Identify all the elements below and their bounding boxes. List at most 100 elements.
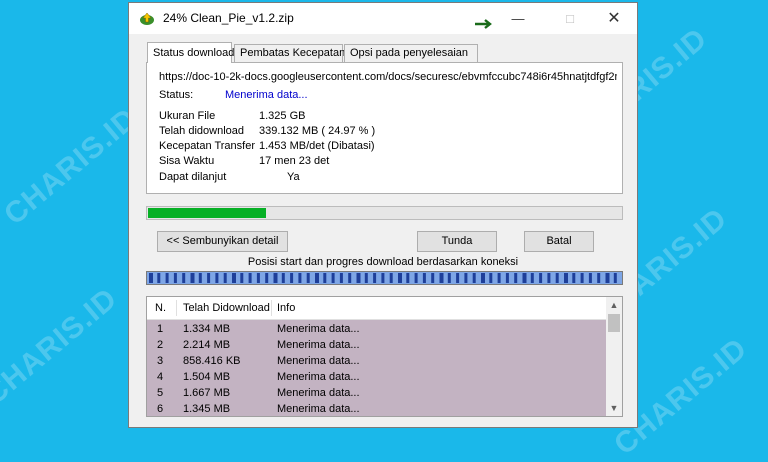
cancel-button[interactable]: Batal: [524, 231, 594, 252]
list-scrollbar[interactable]: ▲ ▼: [606, 297, 622, 416]
connections-segments: [147, 272, 622, 284]
connection-segment: [306, 273, 310, 283]
connection-segment: [173, 273, 177, 283]
download-url: https://doc-10-2k-docs.googleusercontent…: [159, 71, 617, 83]
file-size-label: Ukuran File: [159, 110, 216, 122]
connection-segment: [613, 273, 617, 283]
tab-status-download[interactable]: Status download: [147, 42, 234, 63]
minimize-icon: —: [511, 11, 525, 26]
file-size-value: 1.325 GB: [259, 110, 306, 122]
connection-segment: [564, 273, 568, 283]
tab-completion-options[interactable]: Opsi pada penyelesaian: [344, 44, 478, 62]
connection-segment: [481, 273, 485, 283]
connection-segment: [331, 273, 335, 283]
close-button[interactable]: ✕: [591, 3, 637, 34]
connection-segment: [256, 273, 260, 283]
row-number: 1: [157, 323, 164, 335]
connection-segment: [190, 273, 195, 283]
connection-segment: [530, 273, 534, 283]
row-downloaded: 1.504 MB: [183, 371, 231, 383]
row-info: Menerima data...: [277, 355, 360, 367]
status-value: Menerima data...: [225, 89, 308, 101]
row-number: 4: [157, 371, 164, 383]
connection-segment: [207, 273, 211, 283]
connection-segment: [439, 273, 444, 283]
connection-segment: [198, 273, 202, 283]
connection-segment: [447, 273, 451, 283]
row-number: 2: [157, 339, 164, 351]
connection-segment: [232, 273, 236, 283]
column-separator[interactable]: [271, 300, 272, 316]
connection-segment: [489, 273, 493, 283]
connection-segment: [273, 273, 278, 283]
connection-segment: [597, 273, 601, 283]
scroll-thumb[interactable]: [608, 314, 620, 332]
connection-segment: [339, 273, 343, 283]
connections-caption: Posisi start dan progres download berdas…: [247, 256, 519, 268]
connection-segment: [406, 273, 410, 283]
arrow-cursor-icon: [475, 19, 492, 29]
column-header-downloaded[interactable]: Telah Didownload: [183, 297, 270, 319]
connection-segment: [422, 273, 426, 283]
connection-segment: [373, 273, 377, 283]
status-label: Status:: [159, 89, 194, 101]
download-window: 24% Clean_Pie_v1.2.zip — □ ✕ Status down…: [128, 2, 638, 428]
connection-segment: [248, 273, 252, 283]
connection-segment: [456, 273, 460, 283]
download-progress-bar: [146, 206, 623, 220]
connection-segment: [157, 273, 161, 283]
watermark: CHARIS.ID: [0, 281, 124, 412]
column-separator[interactable]: [176, 300, 177, 316]
connection-segment: [298, 273, 302, 283]
row-downloaded: 858.416 KB: [183, 355, 241, 367]
connection-segment: [605, 273, 610, 283]
row-downloaded: 1.345 MB: [183, 403, 231, 415]
connection-segment: [464, 273, 468, 283]
scroll-down-arrow-icon[interactable]: ▼: [606, 400, 622, 416]
connection-segment: [580, 273, 584, 283]
connection-segment: [514, 273, 518, 283]
time-left-label: Sisa Waktu: [159, 155, 215, 167]
list-item[interactable]: 5 1.667 MB Menerima data...: [147, 385, 607, 401]
connection-segment: [381, 273, 385, 283]
transfer-rate-value: 1.453 MB/det (Dibatasi): [259, 140, 375, 152]
tab-speed-limiter[interactable]: Pembatas Kecepatan: [234, 44, 345, 62]
connection-segment: [497, 273, 501, 283]
connection-segment: [356, 273, 361, 283]
column-header-info[interactable]: Info: [277, 297, 295, 319]
pause-button[interactable]: Tunda: [417, 231, 497, 252]
list-item[interactable]: 1 1.334 MB Menerima data...: [147, 321, 607, 337]
list-item[interactable]: 6 1.345 MB Menerima data...: [147, 401, 607, 416]
resume-capability-value: Ya: [287, 171, 300, 183]
list-item[interactable]: 3 858.416 KB Menerima data...: [147, 353, 607, 369]
maximize-button[interactable]: □: [547, 3, 593, 34]
connection-segment: [215, 273, 219, 283]
connection-segment: [315, 273, 319, 283]
connection-segment: [290, 273, 294, 283]
row-info: Menerima data...: [277, 387, 360, 399]
column-header-number[interactable]: N.: [155, 297, 166, 319]
connection-segment: [223, 273, 227, 283]
watermark: CHARIS.ID: [0, 101, 144, 232]
row-number: 5: [157, 387, 164, 399]
downloaded-label: Telah didownload: [159, 125, 245, 137]
list-item[interactable]: 4 1.504 MB Menerima data...: [147, 369, 607, 385]
list-item[interactable]: 2 2.214 MB Menerima data...: [147, 337, 607, 353]
download-progress-fill: [148, 208, 266, 218]
scroll-up-arrow-icon[interactable]: ▲: [606, 297, 622, 313]
connection-segment: [588, 273, 592, 283]
connection-segment: [389, 273, 393, 283]
connection-segment: [182, 273, 186, 283]
hide-details-button[interactable]: << Sembunyikan detail: [157, 231, 288, 252]
connection-segment: [348, 273, 352, 283]
title-bar[interactable]: 24% Clean_Pie_v1.2.zip — □ ✕: [129, 3, 637, 34]
list-body: 1 1.334 MB Menerima data... 2 2.214 MB M…: [147, 320, 607, 416]
connection-segment: [505, 273, 509, 283]
connection-segment: [555, 273, 559, 283]
connection-segment: [265, 273, 269, 283]
connection-segment: [431, 273, 435, 283]
minimize-button[interactable]: —: [495, 3, 541, 34]
status-panel: https://doc-10-2k-docs.googleusercontent…: [146, 62, 623, 194]
row-info: Menerima data...: [277, 339, 360, 351]
connection-segment: [165, 273, 169, 283]
